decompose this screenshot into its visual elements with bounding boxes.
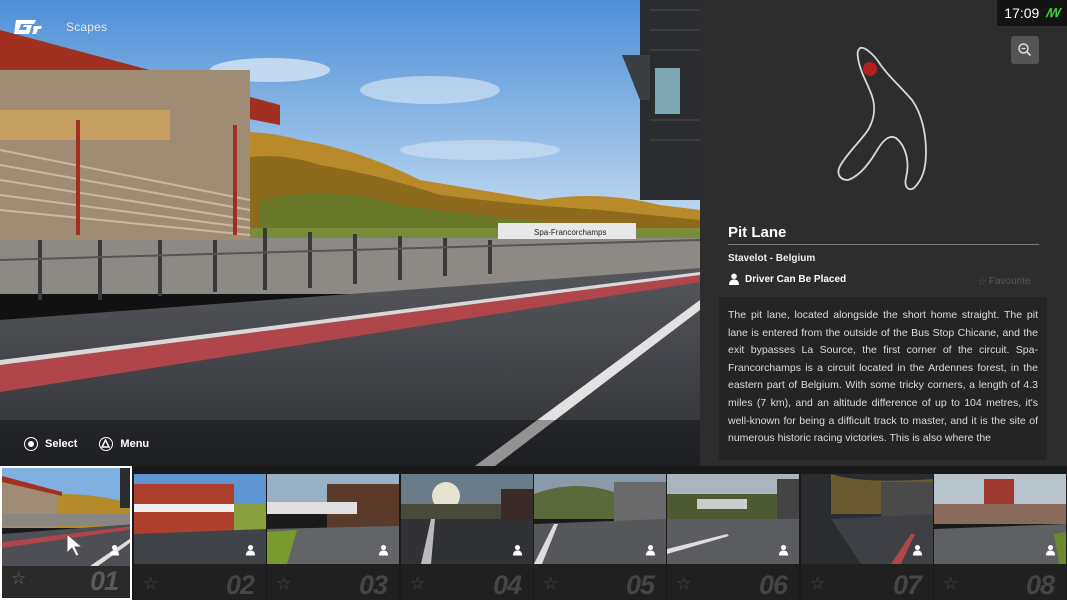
thumbnail-08[interactable]: ☆ 08 xyxy=(934,474,1066,600)
menu-button[interactable]: Menu xyxy=(99,437,149,451)
description-text: The pit lane, located alongside the shor… xyxy=(728,309,1038,445)
menu-label: Menu xyxy=(120,438,150,450)
favourite-toggle[interactable]: ☆ Favourite xyxy=(977,275,1031,288)
description-box[interactable]: The pit lane, located alongside the shor… xyxy=(719,297,1047,460)
person-icon xyxy=(512,544,523,556)
star-icon: ☆ xyxy=(943,574,959,593)
clock-time: 17:09 xyxy=(1004,5,1040,21)
gt-logo-icon xyxy=(14,20,42,34)
star-icon: ☆ xyxy=(977,276,987,288)
person-icon xyxy=(729,273,739,285)
driver-placed-label: Driver Can Be Placed xyxy=(745,273,847,285)
person-icon xyxy=(378,544,389,556)
thumbnail-number: 04 xyxy=(492,570,522,600)
scene-photo: Spa-Francorchamps xyxy=(0,0,700,466)
magnifier-icon xyxy=(1018,43,1032,57)
button-hints: Select Menu xyxy=(24,437,171,451)
divider xyxy=(728,244,1039,245)
thumbnail-number: 08 xyxy=(1025,570,1055,600)
zoom-button[interactable] xyxy=(1011,36,1039,64)
thumbnail-04[interactable]: ☆ 04 xyxy=(401,474,533,600)
location-place: Stavelot - Belgium xyxy=(728,253,816,264)
app-title: Scapes xyxy=(66,20,108,34)
track-map xyxy=(837,46,927,191)
mouse-cursor-icon xyxy=(66,533,84,557)
thumbnail-05[interactable]: ☆ 05 xyxy=(534,474,666,600)
thumbnail-number: 07 xyxy=(892,570,922,600)
thumbnail-07[interactable]: ☆ 07 xyxy=(801,474,933,600)
star-icon: ☆ xyxy=(543,574,559,593)
person-icon xyxy=(912,544,923,556)
driver-placement-info: Driver Can Be Placed xyxy=(728,273,846,285)
person-icon xyxy=(645,544,656,556)
location-marker-icon xyxy=(863,62,877,76)
thumbnail-06[interactable]: ☆ 06 xyxy=(667,474,799,600)
select-button[interactable]: Select xyxy=(24,437,77,451)
thumbnail-number: 02 xyxy=(225,570,255,600)
person-icon xyxy=(778,544,789,556)
person-icon xyxy=(1045,544,1056,556)
star-icon: ☆ xyxy=(143,574,159,593)
favourite-label: Favourite xyxy=(988,276,1031,287)
thumbnail-02[interactable]: ☆ 02 xyxy=(134,474,266,600)
thumbnail-03[interactable]: ☆ 03 xyxy=(267,474,399,600)
clock: 17:09 ꟿ xyxy=(997,0,1067,26)
star-icon: ☆ xyxy=(810,574,826,593)
star-icon: ☆ xyxy=(11,569,27,588)
track-sign: Spa-Francorchamps xyxy=(534,228,606,237)
star-icon: ☆ xyxy=(410,574,426,593)
thumbnail-strip: ☆ 01 ☆ 02 ☆ 03 ☆ 04 ☆ 05 ☆ 06 ☆ 07 ☆ 08 xyxy=(0,466,1067,600)
thumbnail-number: 01 xyxy=(89,566,119,596)
thumbnail-number: 06 xyxy=(758,570,788,600)
star-icon: ☆ xyxy=(276,574,292,593)
person-icon xyxy=(245,544,256,556)
thumbnail-number: 03 xyxy=(358,570,388,600)
network-signal-icon: ꟿ xyxy=(1045,6,1060,20)
thumbnail-number: 05 xyxy=(625,570,655,600)
select-label: Select xyxy=(45,438,78,450)
location-name: Pit Lane xyxy=(728,224,787,241)
circle-button-icon xyxy=(24,437,38,451)
person-icon xyxy=(109,544,120,556)
triangle-button-icon xyxy=(99,437,114,451)
star-icon: ☆ xyxy=(676,574,692,593)
info-panel: 17:09 ꟿ Pit Lane Stavelot - Belgium Driv… xyxy=(700,0,1067,466)
